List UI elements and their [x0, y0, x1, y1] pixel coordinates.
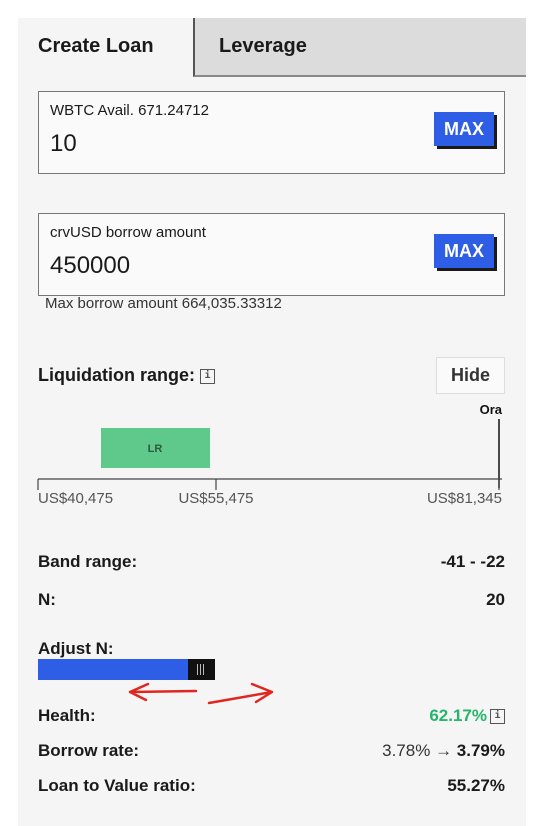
- tick-label-1: US$55,475: [178, 490, 253, 507]
- health-value-wrap: 62.17% i: [429, 706, 505, 726]
- band-range-label: Band range:: [38, 552, 138, 571]
- band-range-value: -41 - -22: [440, 552, 505, 571]
- health-value: 62.17%: [429, 706, 487, 725]
- health-label: Health:: [38, 706, 96, 725]
- adjust-n-label: Adjust N:: [38, 639, 114, 658]
- borrow-rate-value: 3.78% → 3.79%: [382, 741, 505, 761]
- arrow-right-icon: →: [435, 741, 453, 760]
- n-value: 20: [486, 590, 505, 609]
- oracle-label: Ora: [480, 402, 503, 417]
- ltv-label: Loan to Value ratio:: [38, 776, 196, 795]
- borrow-rate-label: Borrow rate:: [38, 741, 140, 760]
- tick-label-0: US$40,475: [38, 490, 113, 507]
- borrow-rate-to: 3.79%: [456, 741, 505, 760]
- ltv-value: 55.27%: [447, 776, 505, 795]
- liquidation-range-chart: Ora LR US$40,475 US$55,475 US$81,345: [37, 402, 503, 507]
- adjust-n-slider-handle[interactable]: [188, 659, 215, 680]
- tick-label-2: US$81,345: [427, 490, 502, 507]
- n-label: N:: [38, 590, 56, 609]
- health-info-icon[interactable]: i: [490, 709, 505, 725]
- liquidation-range-bar-label: LR: [148, 443, 163, 455]
- borrow-rate-from: 3.78%: [382, 741, 431, 760]
